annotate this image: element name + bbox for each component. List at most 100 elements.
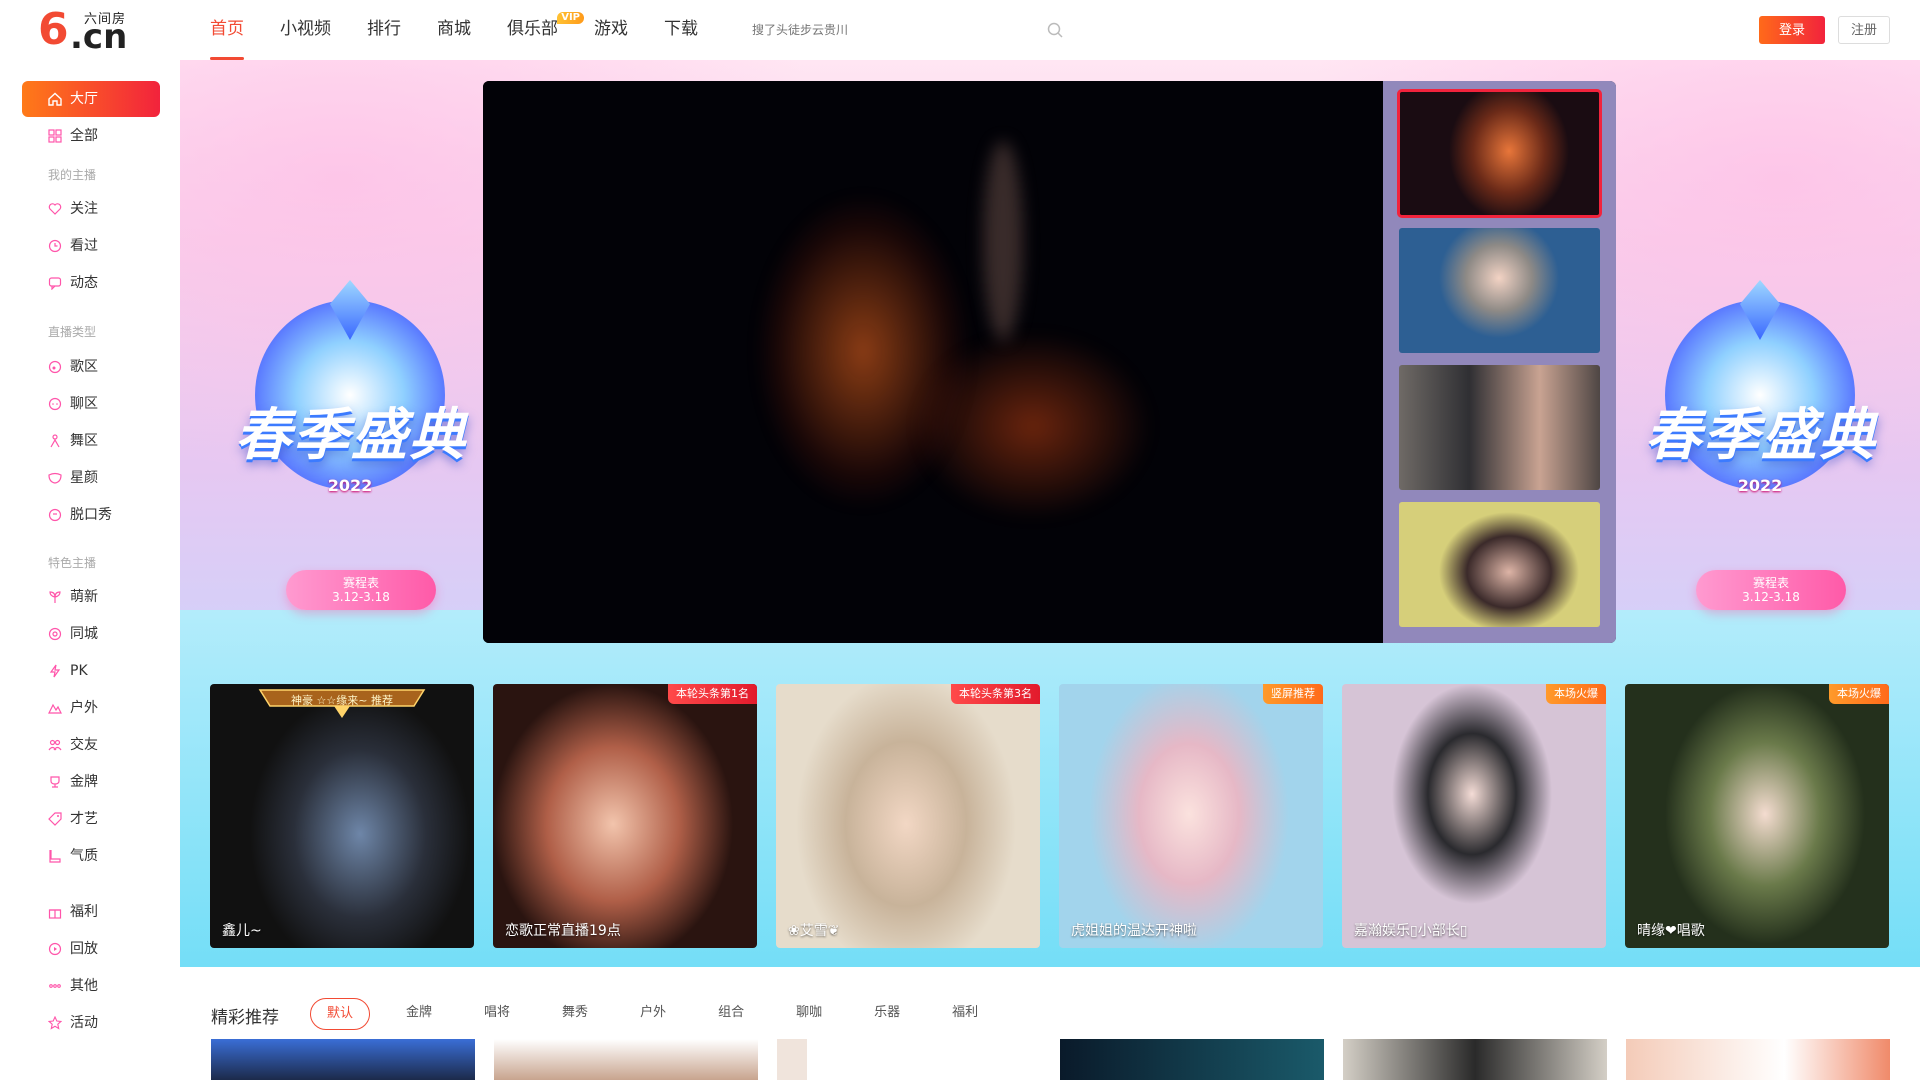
search-input[interactable]: [752, 14, 1072, 46]
live-player[interactable]: [483, 81, 1616, 643]
main-nav: 首页 小视频 排行 商城 俱乐部 VIP 游戏 下载: [210, 0, 734, 60]
card-tag: 本场火爆: [1546, 684, 1606, 704]
schedule-button[interactable]: 赛程表 3.12-3.18: [1696, 570, 1846, 610]
site-logo[interactable]: 6 六间房 .cn: [38, 6, 138, 56]
recommend-card[interactable]: [211, 1039, 475, 1080]
sidebar-item-song[interactable]: 歌区: [22, 349, 160, 385]
recommend-card[interactable]: [1343, 1039, 1607, 1080]
streamer-card[interactable]: 本场火爆 晴缘❤唱歌: [1625, 684, 1889, 948]
live-video[interactable]: [483, 81, 1383, 643]
streamer-card[interactable]: 本轮头条第3名 ❀艾雪❦: [776, 684, 1040, 948]
streamer-card[interactable]: 本轮头条第1名 恋歌正常直播19点: [493, 684, 757, 948]
sidebar-item-star[interactable]: 星颜: [22, 460, 160, 496]
sidebar-item-dance[interactable]: 舞区: [22, 423, 160, 459]
sprout-icon: [49, 591, 61, 603]
recommend-card[interactable]: [1060, 1039, 1324, 1080]
sidebar-item-follow[interactable]: 关注: [22, 191, 160, 227]
streamer-card[interactable]: 竖屏推荐 虎姐姐的温达开神啦: [1059, 684, 1323, 948]
card-name: 恋歌正常直播19点: [505, 923, 621, 939]
card-tag: 本轮头条第3名: [951, 684, 1040, 704]
sidebar-item-all[interactable]: 全部: [22, 118, 160, 154]
heart-icon: [48, 203, 62, 215]
nav-mall[interactable]: 商城: [437, 0, 471, 60]
recommend-card[interactable]: [777, 1039, 807, 1080]
sidebar-item-label: 才艺: [70, 811, 98, 827]
sidebar-item-local[interactable]: 同城: [22, 616, 160, 652]
sidebar-item-gold[interactable]: 金牌: [22, 764, 160, 800]
filter-default[interactable]: 默认: [310, 998, 371, 1030]
users-icon: [48, 739, 62, 751]
sidebar-item-social[interactable]: 交友: [22, 727, 160, 763]
sidebar-item-outdoor[interactable]: 户外: [22, 690, 160, 726]
more-icon: [49, 984, 61, 988]
filter-dance[interactable]: 舞秀: [546, 998, 604, 1030]
streamer-card[interactable]: 神豪 ☆☆缘来~ 推荐 鑫儿~: [210, 684, 474, 948]
sidebar-item-talkshow[interactable]: 脱口秀: [22, 497, 160, 533]
sidebar-item-temperament[interactable]: 气质: [22, 838, 160, 874]
sidebar-item-label: 交友: [70, 737, 98, 753]
card-name: ❀艾雪❦: [788, 923, 840, 939]
sidebar-item-label: 舞区: [70, 433, 98, 449]
card-name: 鑫儿~: [222, 923, 262, 939]
schedule-button[interactable]: 赛程表 3.12-3.18: [286, 570, 436, 610]
sidebar-item-events[interactable]: 活动: [22, 1005, 160, 1041]
filter-welfare[interactable]: 福利: [936, 998, 994, 1030]
streamer-card[interactable]: 本场火爆 嘉瀚娱乐▯小部长▯: [1342, 684, 1606, 948]
sidebar-item-label: 其他: [70, 978, 98, 994]
chat-icon: [48, 397, 62, 411]
room-thumbnail[interactable]: [1399, 502, 1600, 627]
nav-download[interactable]: 下载: [664, 0, 698, 60]
search-box: [752, 14, 1072, 46]
nav-home[interactable]: 首页: [210, 0, 244, 60]
register-button[interactable]: 注册: [1838, 16, 1890, 44]
filter-outdoor[interactable]: 户外: [624, 998, 682, 1030]
gift-icon: [48, 909, 62, 919]
mountain-icon: [48, 703, 62, 714]
sidebar-item-label: 活动: [70, 1015, 98, 1031]
sidebar-item-label: 关注: [70, 201, 98, 217]
lightning-icon: [49, 664, 61, 678]
top-bar: 6 六间房 .cn 首页 小视频 排行 商城 俱乐部 VIP 游戏 下载 登录 …: [0, 0, 1920, 60]
room-thumbnail[interactable]: [1397, 89, 1602, 218]
sidebar-item-label: 大厅: [70, 91, 98, 107]
sidebar-item-hall[interactable]: 大厅: [22, 81, 160, 117]
sidebar-item-pk[interactable]: PK: [22, 653, 160, 689]
star-icon: [48, 1016, 62, 1030]
card-name: 晴缘❤唱歌: [1637, 923, 1705, 939]
sidebar-item-talent[interactable]: 才艺: [22, 801, 160, 837]
sidebar-item-chat[interactable]: 聊区: [22, 386, 160, 422]
filter-instrument[interactable]: 乐器: [858, 998, 916, 1030]
replay-icon: [48, 942, 62, 956]
mic-icon: [48, 508, 62, 522]
recommend-card[interactable]: [494, 1039, 758, 1080]
nav-ranking[interactable]: 排行: [367, 0, 401, 60]
nav-games[interactable]: 游戏: [594, 0, 628, 60]
recommend-card[interactable]: [1626, 1039, 1890, 1080]
nav-club[interactable]: 俱乐部 VIP: [507, 0, 584, 60]
sidebar-item-label: 萌新: [70, 589, 98, 605]
sidebar-item-label: PK: [70, 663, 88, 679]
room-thumbnail[interactable]: [1399, 228, 1600, 353]
nav-short-video[interactable]: 小视频: [280, 0, 331, 60]
event-title: 春季盛典: [235, 403, 467, 468]
sidebar-item-newbie[interactable]: 萌新: [22, 579, 160, 615]
event-year: 2022: [1737, 476, 1783, 495]
sidebar-item-history[interactable]: 看过: [22, 228, 160, 264]
filter-singer[interactable]: 唱将: [468, 998, 526, 1030]
sidebar-item-label: 气质: [70, 848, 98, 864]
sidebar-item-welfare[interactable]: 福利: [22, 894, 160, 930]
filter-chat[interactable]: 聊咖: [780, 998, 838, 1030]
room-thumbnail[interactable]: [1399, 365, 1600, 490]
login-button[interactable]: 登录: [1759, 16, 1825, 44]
clock-icon: [48, 239, 62, 253]
sidebar-item-label: 金牌: [70, 774, 98, 790]
filter-group[interactable]: 组合: [702, 998, 760, 1030]
search-icon[interactable]: [1046, 21, 1064, 39]
filter-gold[interactable]: 金牌: [390, 998, 448, 1030]
sidebar-item-other[interactable]: 其他: [22, 968, 160, 1004]
sidebar-group-types: 直播类型: [48, 325, 97, 339]
schedule-label: 赛程表: [1752, 576, 1789, 590]
sidebar-item-replay[interactable]: 回放: [22, 931, 160, 967]
sidebar-item-feed[interactable]: 动态: [22, 265, 160, 301]
event-emblem-left: 春季盛典 2022 赛程表 3.12-3.18: [200, 280, 500, 640]
